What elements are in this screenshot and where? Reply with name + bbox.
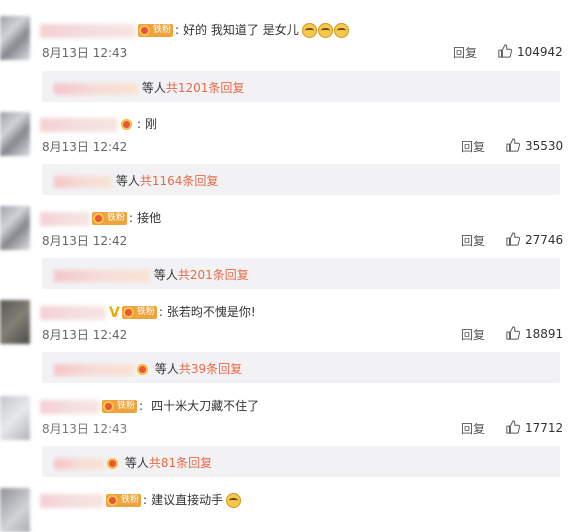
like-count: 104942 (517, 45, 563, 59)
sub-reply-suffix: 等人 (115, 174, 140, 188)
avatar[interactable] (0, 112, 30, 156)
sub-reply-suffix: 等人 (141, 81, 166, 95)
like-count: 27746 (525, 233, 564, 247)
sub-reply-users-blurred (54, 269, 150, 282)
username-blurred[interactable] (40, 211, 90, 226)
avatar[interactable] (0, 206, 30, 250)
fan-badge-icon: 铁粉 (138, 24, 174, 37)
fan-badge-icon (120, 118, 135, 131)
sub-reply-users-blurred (54, 363, 134, 376)
username-blurred[interactable] (40, 117, 118, 132)
like-button[interactable]: 17712 (506, 420, 563, 435)
fan-badge-icon: 铁粉 (102, 400, 138, 413)
avatar[interactable] (0, 488, 30, 532)
username-blurred[interactable] (40, 23, 136, 38)
like-button[interactable]: 104942 (498, 44, 563, 59)
comment-time: 8月13日 12:42 (42, 140, 128, 154)
sub-replies-box[interactable]: 等人共81条回复 (42, 446, 560, 477)
like-count: 18891 (525, 327, 564, 341)
thumbs-up-icon (506, 232, 520, 246)
sub-reply-suffix: 等人 (153, 268, 178, 282)
avatar[interactable] (0, 16, 30, 60)
sub-replies-box[interactable]: 等人共1201条回复 (42, 71, 560, 102)
emoji-icon (301, 23, 317, 38)
sub-reply-suffix: 等人 (154, 362, 179, 376)
fan-badge-icon: 铁粉 (92, 212, 128, 225)
sub-reply-count-link[interactable]: 共1201条回复 (166, 81, 245, 95)
emoji-icon (317, 23, 333, 38)
sub-reply-users-blurred (54, 82, 138, 95)
sub-reply-count-link[interactable]: 共1164条回复 (140, 174, 219, 188)
username-blurred[interactable] (40, 399, 100, 414)
fan-badge-icon: 铁粉 (121, 306, 157, 319)
fan-badge-icon (136, 363, 151, 376)
like-count: 17712 (525, 421, 564, 435)
comment-text: 接他 (137, 211, 162, 225)
like-button[interactable]: 35530 (506, 138, 563, 153)
reply-button[interactable]: 回复 (461, 420, 485, 437)
thumbs-up-icon (506, 138, 520, 152)
username-blurred[interactable] (40, 305, 106, 320)
comment-time: 8月13日 12:43 (42, 46, 128, 60)
emoji-icon (333, 23, 349, 38)
reply-button[interactable]: 回复 (461, 326, 485, 343)
comment-text: 张若昀不愧是你! (166, 305, 256, 319)
sub-reply-suffix: 等人 (124, 456, 149, 470)
thumbs-up-icon (498, 44, 512, 58)
comment-time: 8月13日 12:43 (42, 422, 128, 436)
reply-button[interactable]: 回复 (461, 138, 485, 155)
sub-reply-count-link[interactable]: 共39条回复 (179, 362, 242, 376)
comment-text: 建议直接动手 (151, 493, 224, 507)
sub-reply-users-blurred (54, 457, 104, 470)
reply-button[interactable]: 回复 (453, 44, 477, 61)
reply-button[interactable]: 回复 (461, 232, 485, 249)
sub-replies-box[interactable]: 等人共1164条回复 (42, 164, 560, 195)
comment-text: 四十米大刀藏不住了 (151, 399, 260, 413)
thumbs-up-icon (506, 326, 520, 340)
sub-reply-count-link[interactable]: 共201条回复 (178, 268, 249, 282)
emoji-icon (226, 493, 242, 508)
username-blurred[interactable] (40, 493, 104, 508)
comment-time: 8月13日 12:42 (42, 328, 128, 342)
comment-time: 8月13日 12:42 (42, 234, 128, 248)
thumbs-up-icon (506, 420, 520, 434)
comment-text: 好的 我知道了 是女儿 (183, 23, 299, 37)
sub-reply-count-link[interactable]: 共81条回复 (149, 456, 212, 470)
like-button[interactable]: 27746 (506, 232, 563, 247)
fan-badge-icon: 铁粉 (106, 494, 142, 507)
verified-v-icon: V (109, 304, 120, 321)
sub-reply-users-blurred (54, 175, 112, 188)
sub-replies-box[interactable]: 等人共39条回复 (42, 352, 560, 383)
like-count: 35530 (525, 139, 564, 153)
avatar[interactable] (0, 300, 30, 344)
avatar[interactable] (0, 396, 30, 440)
comment-text: 刚 (145, 117, 158, 131)
sub-replies-box[interactable]: 等人共201条回复 (42, 258, 560, 289)
fan-badge-icon (106, 457, 121, 470)
like-button[interactable]: 18891 (506, 326, 563, 341)
